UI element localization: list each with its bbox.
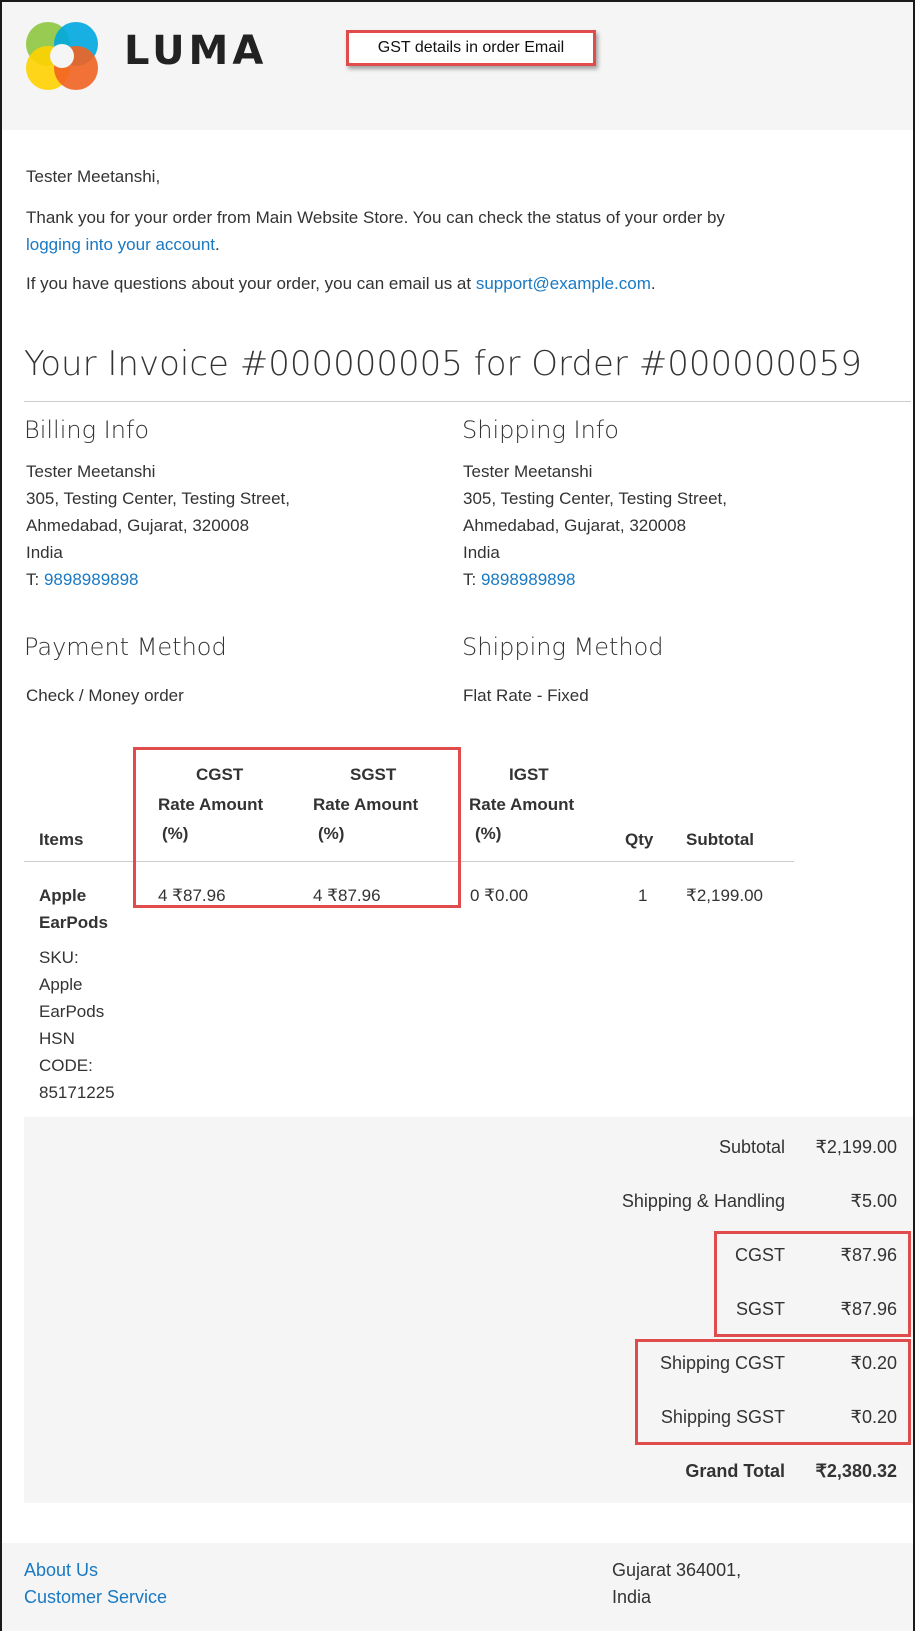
shipping-method-heading: Shipping Method	[462, 633, 664, 661]
billing-city: Ahmedabad, Gujarat, 320008	[26, 516, 250, 535]
shipping-heading: Shipping Info	[462, 416, 619, 444]
support-email-link[interactable]: support@example.com	[476, 274, 651, 293]
shipping-phone-row: T: 9898989898	[463, 566, 727, 593]
questions-text: If you have questions about your order, …	[26, 270, 656, 297]
intro-suffix: .	[215, 235, 220, 254]
items-header: Items	[39, 830, 84, 849]
account-login-link[interactable]: logging into your account	[26, 235, 215, 254]
billing-country: India	[26, 543, 63, 562]
subtotal-header: Subtotal	[686, 830, 754, 849]
billing-name: Tester Meetanshi	[26, 462, 156, 481]
footer-address-line1: Gujarat 364001,	[612, 1560, 742, 1580]
billing-phone-link[interactable]: 9898989898	[44, 570, 139, 589]
intro-line: Thank you for your order from Main Websi…	[26, 208, 725, 227]
email-header: LUMA GST details in order Email	[2, 2, 913, 130]
annotation-callout: GST details in order Email	[346, 30, 596, 66]
subtotal-cell: ₹2,199.00	[686, 886, 763, 905]
billing-address: Tester Meetanshi 305, Testing Center, Te…	[26, 458, 290, 593]
shipping-address: Tester Meetanshi 305, Testing Center, Te…	[463, 458, 727, 593]
greeting: Tester Meetanshi,	[26, 167, 161, 186]
footer-link-customer-service[interactable]: Customer Service	[24, 1587, 167, 1608]
luma-logo-icon	[26, 22, 98, 90]
totals-subtotal-label: Subtotal	[718, 1137, 785, 1157]
totals-panel: Subtotal ₹2,199.00 Shipping & Handling ₹…	[24, 1117, 913, 1503]
item-sku: SKU: Apple EarPods HSN CODE: 85171225	[39, 944, 115, 1106]
sku-line: Apple	[39, 975, 83, 994]
email-frame: LUMA GST details in order Email Tester M…	[0, 0, 915, 1631]
shipping-phone-link[interactable]: 9898989898	[481, 570, 576, 589]
sku-line: EarPods	[39, 1002, 105, 1021]
shipping-phone-label: T:	[463, 570, 477, 589]
logo-wordmark: LUMA	[124, 28, 268, 74]
totals-shipping-label: Shipping & Handling	[621, 1191, 785, 1211]
questions-suffix: .	[650, 274, 656, 293]
igst-header: IGST	[509, 765, 549, 784]
grand-total-value: ₹2,380.32	[815, 1461, 897, 1481]
sku-line: HSN	[39, 1029, 75, 1048]
gst-columns-highlight	[133, 747, 461, 908]
shipping-tax-highlight	[635, 1339, 911, 1445]
tax-totals-highlight	[714, 1231, 911, 1337]
igst-pct-header: (%)	[475, 824, 502, 843]
billing-phone-label: T:	[26, 570, 40, 589]
billing-phone-row: T: 9898989898	[26, 566, 290, 593]
qty-header: Qty	[625, 830, 654, 849]
sku-line: SKU:	[39, 948, 79, 967]
igst-rate-amount-header: Rate Amount	[469, 795, 575, 814]
sku-line: CODE:	[39, 1056, 93, 1075]
intro-text: Thank you for your order from Main Websi…	[26, 204, 725, 258]
shipping-country: India	[463, 543, 500, 562]
shipping-street: 305, Testing Center, Testing Street,	[463, 489, 727, 508]
footer-address-line2: India	[612, 1587, 652, 1607]
grand-total-label: Grand Total	[685, 1461, 785, 1481]
payment-value: Check / Money order	[26, 686, 184, 705]
shipping-city: Ahmedabad, Gujarat, 320008	[463, 516, 687, 535]
questions-line: If you have questions about your order, …	[26, 274, 472, 293]
billing-heading: Billing Info	[24, 416, 150, 444]
email-footer: About Us Customer Service Gujarat 364001…	[2, 1543, 913, 1631]
item-name-line1: Apple	[39, 886, 87, 905]
igst-cell: 0 ₹0.00	[470, 886, 529, 905]
footer-link-about-us[interactable]: About Us	[24, 1560, 98, 1581]
payment-heading: Payment Method	[24, 633, 227, 661]
title-divider	[24, 401, 911, 402]
qty-cell: 1	[638, 886, 648, 905]
shipping-name: Tester Meetanshi	[463, 462, 593, 481]
totals-shipping-value: ₹5.00	[850, 1191, 898, 1211]
invoice-title: Your Invoice #000000005 for Order #00000…	[24, 344, 862, 384]
shipping-method-value: Flat Rate - Fixed	[463, 686, 589, 705]
totals-subtotal-value: ₹2,199.00	[815, 1137, 897, 1157]
item-name-line2: EarPods	[39, 913, 108, 932]
billing-street: 305, Testing Center, Testing Street,	[26, 489, 290, 508]
sku-line: 85171225	[39, 1083, 115, 1102]
